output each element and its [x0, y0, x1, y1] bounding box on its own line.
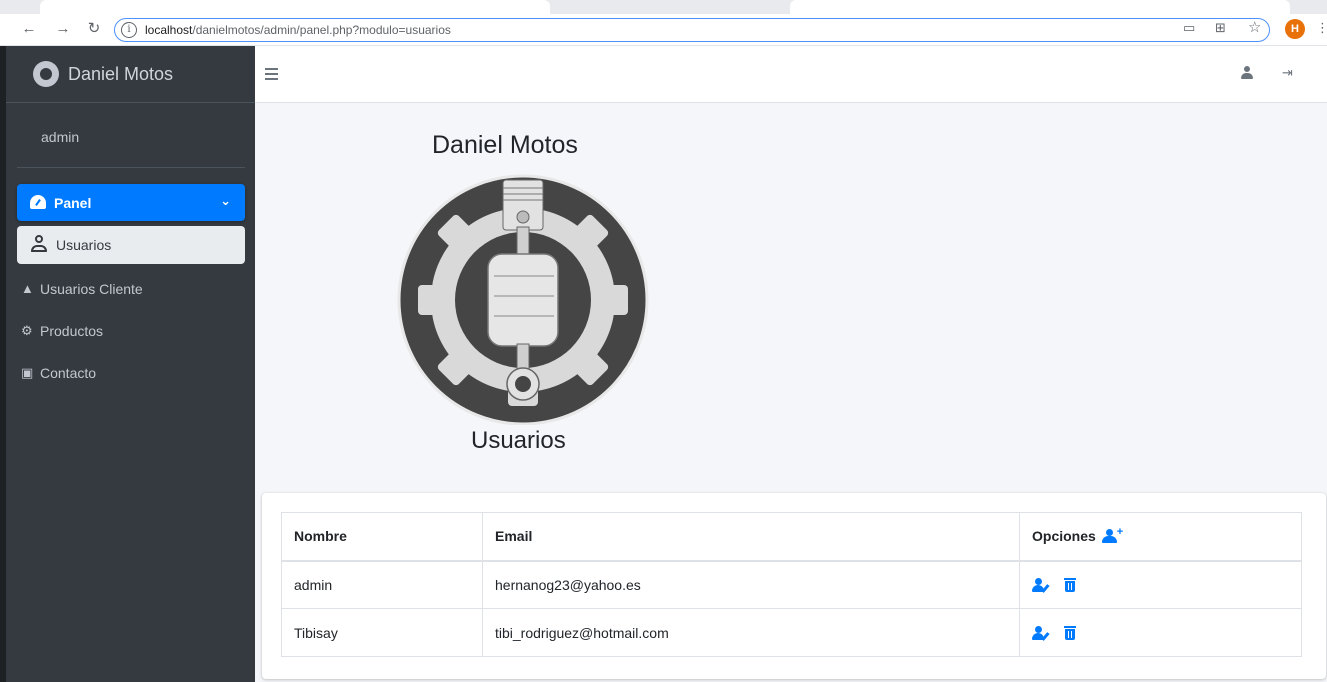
info-icon[interactable]: i [121, 22, 137, 38]
browser-toolbar: ← → ↻ i localhost/danielmotos/admin/pane… [0, 0, 1327, 46]
sidebar-item-panel[interactable]: Panel ⌄ [17, 184, 245, 221]
page-title: Daniel Motos [432, 131, 578, 159]
user-name[interactable]: admin [41, 129, 79, 145]
user-panel: admin [17, 104, 245, 168]
user-icon [31, 235, 47, 253]
reload-icon[interactable]: ↻ [85, 20, 103, 38]
top-navbar: ⇥ [255, 46, 1327, 103]
sidebar-item-productos[interactable]: ⚙ Productos [17, 317, 245, 347]
column-header-label: Opciones [1032, 528, 1096, 545]
table-row: admin hernanog23@yahoo.es [281, 560, 1302, 609]
bookmark-star-icon[interactable]: ☆ [1248, 18, 1261, 36]
url-text: localhost/danielmotos/admin/panel.php?mo… [145, 23, 451, 37]
cell-email: hernanog23@yahoo.es [482, 560, 1020, 609]
browser-tab[interactable] [790, 0, 1290, 14]
brand-logo-icon [33, 61, 59, 87]
section-title: Usuarios [471, 427, 566, 454]
chevron-down-icon: ⌄ [220, 193, 231, 208]
brand-link[interactable]: Daniel Motos [6, 46, 255, 103]
column-header-email: Email [482, 512, 1020, 562]
browser-menu-icon[interactable]: ⋮ [1316, 20, 1327, 36]
trash-icon[interactable] [1063, 577, 1076, 592]
sidebar-item-label: Panel [54, 195, 92, 211]
edit-user-icon[interactable] [1032, 577, 1050, 593]
edit-user-icon[interactable] [1032, 625, 1050, 641]
sidebar-item-label: Productos [40, 323, 104, 339]
add-user-icon[interactable]: + [1101, 526, 1124, 544]
back-icon[interactable]: ← [20, 20, 38, 38]
table-header-row: Nombre Email Opciones + [281, 512, 1302, 562]
user-icon[interactable] [1241, 66, 1253, 80]
browser-tab[interactable] [40, 0, 550, 14]
browser-tab-strip [0, 0, 1327, 14]
qr-icon[interactable]: ⊞ [1215, 20, 1226, 36]
address-book-icon: ▣ [21, 365, 34, 380]
cast-icon[interactable]: ▭ [1183, 20, 1195, 36]
main-content: Daniel Motos Usuarios Nombre Email Opcio… [255, 104, 1327, 682]
brand-logo-image [397, 174, 649, 425]
cell-nombre: Tibisay [281, 608, 483, 657]
table-row: Tibisay tibi_rodriguez@hotmail.com [281, 608, 1302, 657]
menu-toggle-icon[interactable] [265, 68, 278, 80]
brand-title: Daniel Motos [68, 64, 174, 84]
sidebar-item-contacto[interactable]: ▣ Contacto [17, 359, 245, 389]
profile-avatar[interactable]: H [1285, 19, 1305, 39]
sidebar-item-label: Contacto [40, 365, 97, 381]
sidebar-item-label: Usuarios Cliente [40, 281, 143, 297]
sidebar-item-label: Usuarios [56, 237, 112, 253]
cell-email: tibi_rodriguez@hotmail.com [482, 608, 1020, 657]
address-bar[interactable]: i localhost/danielmotos/admin/panel.php?… [114, 18, 1270, 42]
sidebar: Daniel Motos admin Panel ⌄ Usuarios ▲ Us… [6, 46, 255, 682]
logout-icon[interactable]: ⇥ [1282, 65, 1293, 81]
sidebar-item-usuarios[interactable]: Usuarios [17, 226, 245, 264]
users-table: Nombre Email Opciones + admin hernanog23… [281, 512, 1302, 657]
car-icon: ▲ [21, 281, 34, 296]
column-header-opciones: Opciones + [1019, 512, 1302, 562]
trash-icon[interactable] [1063, 625, 1076, 640]
column-header-nombre: Nombre [281, 512, 483, 562]
forward-icon[interactable]: → [54, 20, 72, 38]
cell-opciones [1019, 560, 1302, 609]
users-card: Nombre Email Opciones + admin hernanog23… [262, 493, 1326, 679]
cell-opciones [1019, 608, 1302, 657]
motorcycle-icon: ⚙ [21, 323, 33, 338]
cell-nombre: admin [281, 560, 483, 609]
sidebar-item-usuarios-cliente[interactable]: ▲ Usuarios Cliente [17, 275, 245, 305]
dashboard-icon [30, 195, 46, 209]
